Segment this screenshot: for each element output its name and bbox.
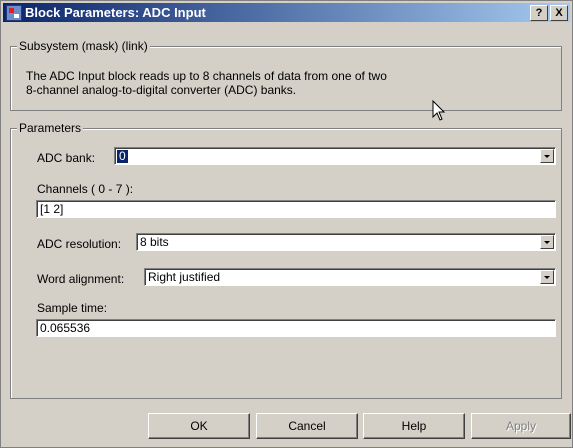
chevron-down-icon[interactable] <box>540 270 554 284</box>
word-alignment-select[interactable]: Right justified <box>144 268 556 286</box>
adc-bank-select[interactable]: 0 <box>114 147 556 165</box>
app-icon <box>6 5 22 21</box>
word-alignment-value: Right justified <box>148 270 221 284</box>
cancel-button[interactable]: Cancel <box>256 413 358 439</box>
description-line-2: 8-channel analog-to-digital converter (A… <box>26 83 297 97</box>
help-title-button[interactable]: ? <box>530 5 548 21</box>
parameters-legend: Parameters <box>17 121 84 135</box>
adc-bank-label: ADC bank: <box>37 151 96 165</box>
sample-time-input[interactable]: 0.065536 <box>36 319 556 337</box>
subsystem-description: The ADC Input block reads up to 8 channe… <box>26 69 387 97</box>
word-alignment-label: Word alignment: <box>37 272 125 286</box>
apply-button: Apply <box>471 413 571 439</box>
channels-label: Channels ( 0 - 7 ): <box>37 182 134 196</box>
close-button[interactable]: X <box>550 5 568 21</box>
adc-resolution-value: 8 bits <box>140 235 169 249</box>
chevron-down-icon[interactable] <box>540 149 554 163</box>
parameters-group: Parameters <box>10 121 562 399</box>
mouse-cursor-icon <box>432 100 446 121</box>
help-button[interactable]: Help <box>363 413 465 439</box>
title-bar[interactable]: Block Parameters: ADC Input ? X <box>3 3 570 22</box>
sample-time-label: Sample time: <box>37 301 108 315</box>
ok-button[interactable]: OK <box>148 413 250 439</box>
subsystem-legend: Subsystem (mask) (link) <box>17 39 150 53</box>
adc-bank-value: 0 <box>116 149 129 164</box>
description-line-1: The ADC Input block reads up to 8 channe… <box>26 69 387 83</box>
adc-resolution-select[interactable]: 8 bits <box>136 233 556 251</box>
chevron-down-icon[interactable] <box>540 235 554 249</box>
adc-resolution-label: ADC resolution: <box>37 237 122 251</box>
block-parameters-dialog: Block Parameters: ADC Input ? X Subsyste… <box>0 0 573 448</box>
window-title: Block Parameters: ADC Input <box>25 5 206 20</box>
channels-input[interactable]: [1 2] <box>36 200 556 218</box>
